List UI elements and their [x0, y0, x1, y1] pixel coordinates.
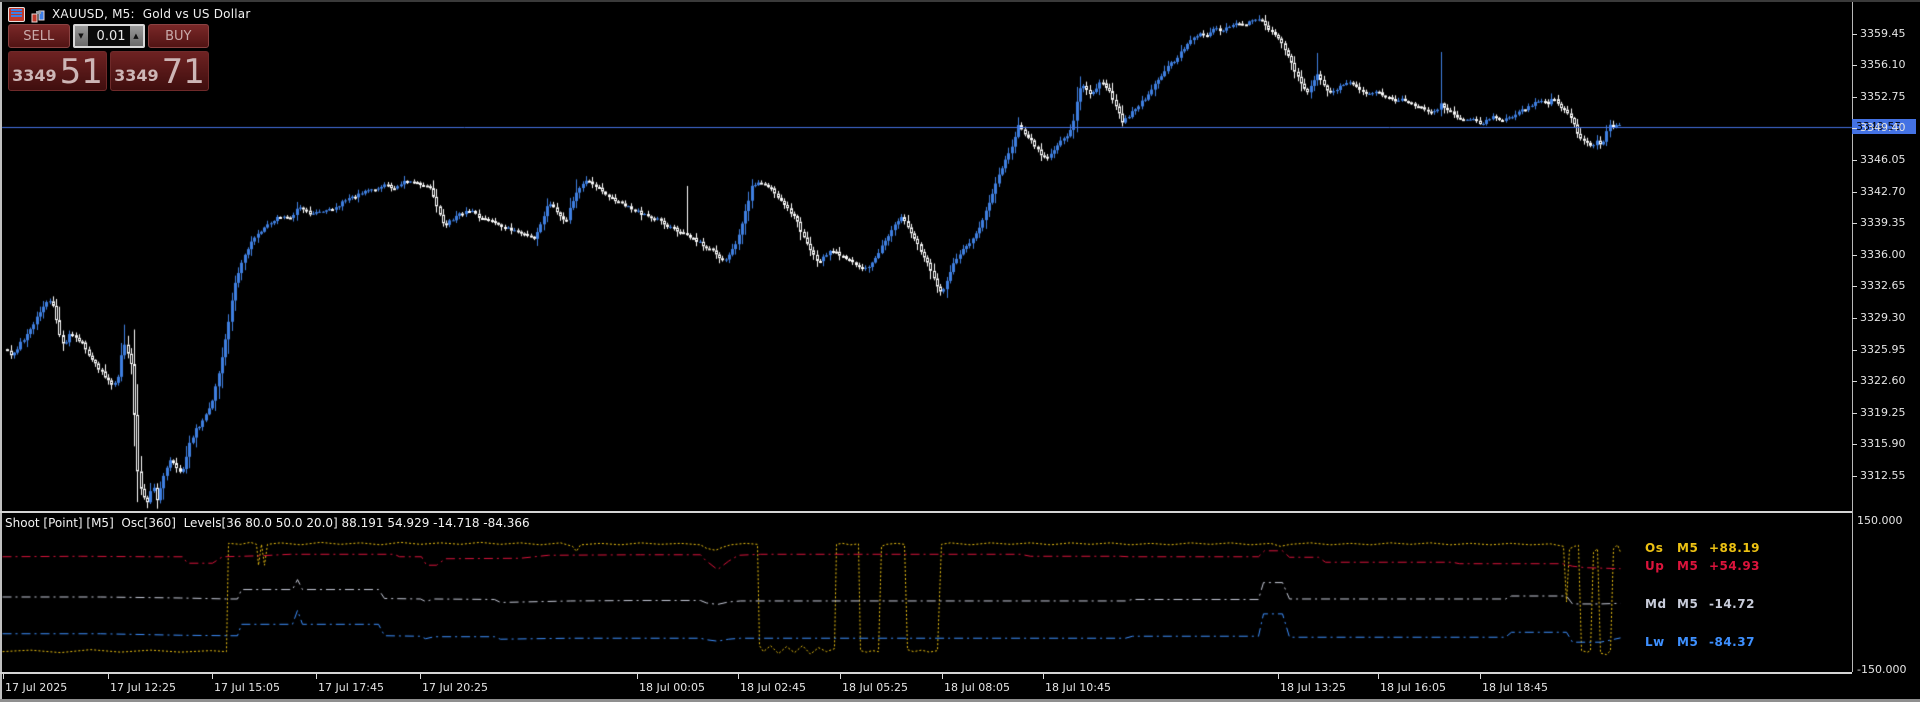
price-label: 3319.25	[1860, 406, 1906, 419]
indicator-legend-row: Os M5 +88.19	[1645, 541, 1760, 555]
time-axis[interactable]: 17 Jul 2025 17 Jul 12:25 17 Jul 15:05 17 Ju…	[0, 674, 1920, 700]
buy-price-display[interactable]: 3349 71	[110, 51, 209, 91]
sell-button[interactable]: SELL	[8, 24, 70, 48]
price-label: 3352.75	[1860, 90, 1906, 103]
volume-increase-button[interactable]: ▲	[129, 26, 143, 46]
time-tick	[840, 674, 841, 679]
chart-candles-icon	[31, 8, 46, 22]
time-label: 17 Jul 20:25	[422, 681, 488, 694]
legend-series-name: Md	[1645, 597, 1667, 611]
time-label: 17 Jul 2025	[5, 681, 68, 694]
time-label: 18 Jul 05:25	[842, 681, 908, 694]
sell-price-display[interactable]: 3349 51	[8, 51, 107, 91]
price-label: 3342.70	[1860, 185, 1906, 198]
sell-price-pips: 51	[59, 51, 103, 92]
time-label: 18 Jul 00:05	[639, 681, 705, 694]
time-tick	[1378, 674, 1379, 679]
time-tick	[212, 674, 213, 679]
indicator-legend-row: Lw M5 -84.37	[1645, 635, 1755, 649]
buy-price-pips: 71	[161, 51, 205, 92]
time-tick	[3, 674, 4, 679]
chart-title: XAUUSD, M5: Gold vs US Dollar	[52, 7, 251, 21]
chart-title-bar: XAUUSD, M5: Gold vs US Dollar	[8, 6, 250, 22]
mt5-chart-window: XAUUSD, M5: Gold vs US Dollar SELL ▼ ▲ B…	[0, 0, 1920, 702]
legend-timeframe: M5	[1677, 635, 1699, 649]
volume-spinner: ▼ ▲	[72, 24, 145, 48]
legend-series-name: Lw	[1645, 635, 1665, 649]
price-label: 3312.55	[1860, 469, 1906, 482]
price-label: 3322.60	[1860, 374, 1906, 387]
indicator-scale-max: 150.000	[1857, 514, 1903, 527]
time-tick	[1278, 674, 1279, 679]
legend-series-name: Os	[1645, 541, 1664, 555]
subwindow-separator[interactable]	[0, 511, 1852, 513]
price-tick	[1852, 350, 1857, 351]
price-label: 3349.40	[1860, 121, 1906, 134]
time-label: 18 Jul 08:05	[944, 681, 1010, 694]
price-axis[interactable]: 3349.55 3359.45 3356.10 3352.75 3349.40 3346…	[1852, 0, 1920, 674]
time-label: 18 Jul 02:45	[740, 681, 806, 694]
volume-decrease-button[interactable]: ▼	[74, 26, 88, 46]
legend-value: +88.19	[1709, 541, 1761, 555]
buy-price-base: 3349	[114, 66, 159, 85]
price-tick	[1852, 255, 1857, 256]
price-label: 3329.30	[1860, 311, 1906, 324]
legend-timeframe: M5	[1677, 597, 1699, 611]
price-tick	[1852, 318, 1857, 319]
price-tick	[1852, 223, 1857, 224]
time-label: 17 Jul 17:45	[318, 681, 384, 694]
legend-value: -84.37	[1709, 635, 1755, 649]
time-tick	[1480, 674, 1481, 679]
price-tick	[1852, 476, 1857, 477]
price-tick	[1852, 128, 1857, 129]
time-tick	[1043, 674, 1044, 679]
one-click-trading-panel: SELL ▼ ▲ BUY 3349 51 3349 71	[8, 24, 209, 91]
price-label: 3315.90	[1860, 437, 1906, 450]
chart-list-icon	[8, 6, 25, 22]
window-left-border	[0, 2, 2, 699]
price-label: 3356.10	[1860, 58, 1906, 71]
time-tick	[637, 674, 638, 679]
price-label: 3325.95	[1860, 343, 1906, 356]
time-tick	[738, 674, 739, 679]
time-tick	[942, 674, 943, 679]
time-label: 18 Jul 18:45	[1482, 681, 1548, 694]
price-tick	[1852, 413, 1857, 414]
price-tick	[1852, 286, 1857, 287]
time-tick	[108, 674, 109, 679]
legend-value: +54.93	[1709, 559, 1761, 573]
time-tick	[420, 674, 421, 679]
price-tick	[1852, 34, 1857, 35]
sell-price-base: 3349	[12, 66, 57, 85]
price-label: 3332.65	[1860, 279, 1906, 292]
legend-series-name: Up	[1645, 559, 1665, 573]
price-tick	[1852, 381, 1857, 382]
indicator-legend-row: Up M5 +54.93	[1645, 559, 1760, 573]
price-label: 3346.05	[1860, 153, 1906, 166]
price-label: 3359.45	[1860, 27, 1906, 40]
time-tick	[316, 674, 317, 679]
time-label: 18 Jul 16:05	[1380, 681, 1446, 694]
price-chart-canvas[interactable]	[0, 0, 1920, 702]
price-label: 3336.00	[1860, 248, 1906, 261]
price-tick	[1852, 97, 1857, 98]
buy-button[interactable]: BUY	[147, 24, 209, 48]
time-label: 17 Jul 12:25	[110, 681, 176, 694]
price-tick	[1852, 160, 1857, 161]
price-label: 3339.35	[1860, 216, 1906, 229]
legend-timeframe: M5	[1677, 541, 1699, 555]
indicator-legend-row: Md M5 -14.72	[1645, 597, 1755, 611]
price-tick	[1852, 65, 1857, 66]
price-tick	[1852, 444, 1857, 445]
indicator-header: Shoot [Point] [M5] Osc[360] Levels[36 80…	[5, 516, 530, 530]
volume-input[interactable]	[87, 26, 130, 46]
time-label: 18 Jul 10:45	[1045, 681, 1111, 694]
legend-value: -14.72	[1709, 597, 1755, 611]
time-label: 18 Jul 13:25	[1280, 681, 1346, 694]
legend-timeframe: M5	[1677, 559, 1699, 573]
time-label: 17 Jul 15:05	[214, 681, 280, 694]
window-top-border	[0, 0, 1920, 2]
price-tick	[1852, 192, 1857, 193]
